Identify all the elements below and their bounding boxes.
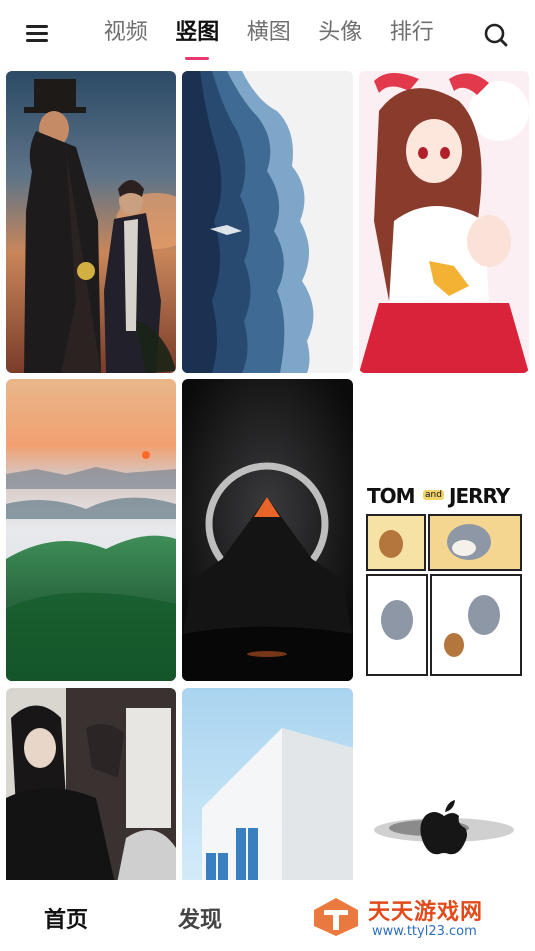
comic-title-and: and — [423, 490, 444, 500]
wallpaper-image — [182, 688, 353, 888]
comic-title-jerry: JERRY — [449, 484, 510, 508]
wallpaper-image — [359, 770, 529, 890]
wallpaper-card-dark-mountain[interactable] — [182, 379, 353, 681]
tab-portrait[interactable]: 竖图 — [162, 16, 234, 60]
tab-avatar[interactable]: 头像 — [305, 16, 377, 60]
wallpaper-card-fantasy[interactable] — [6, 71, 176, 373]
wallpaper-card-mountains[interactable] — [6, 379, 176, 681]
watermark-url: www.ttyl23.com — [372, 924, 477, 939]
watermark-title: 天天游戏网 — [368, 900, 484, 925]
category-tabs: 视频 竖图 横图 头像 排行 — [90, 16, 448, 60]
wallpaper-image — [182, 71, 353, 373]
search-icon[interactable] — [483, 22, 509, 48]
wallpaper-card-anime-man[interactable] — [6, 688, 176, 888]
top-bar: 视频 竖图 横图 头像 排行 — [0, 0, 535, 66]
nav-home[interactable]: 首页 — [44, 902, 88, 934]
hamburger-menu-icon[interactable] — [24, 22, 52, 46]
tab-video[interactable]: 视频 — [90, 16, 162, 60]
nav-discover[interactable]: 发现 — [178, 902, 222, 934]
site-watermark: 天天游戏网 www.ttyl23.com — [312, 880, 527, 951]
wallpaper-card-white-building[interactable] — [182, 688, 353, 888]
wallpaper-image — [359, 71, 529, 373]
wallpaper-image — [6, 71, 176, 373]
watermark-logo-icon — [314, 898, 358, 936]
wallpaper-image — [182, 379, 353, 681]
wallpaper-card-anime-girl[interactable] — [359, 71, 529, 373]
bottom-nav: 首页 发现 天天游戏网 www.ttyl23.com — [0, 880, 535, 951]
wallpaper-image — [6, 379, 176, 681]
comic-title-tom: TOM — [367, 484, 416, 508]
wallpaper-card-apple-logo[interactable] — [359, 770, 529, 890]
wallpaper-card-blue-waves[interactable] — [182, 71, 353, 373]
tab-landscape[interactable]: 横图 — [233, 16, 305, 60]
wallpaper-image — [6, 688, 176, 888]
tab-ranking[interactable]: 排行 — [376, 16, 448, 60]
wallpaper-grid: TOM and JERRY — [0, 0, 535, 951]
wallpaper-card-tom-jerry[interactable]: TOM and JERRY — [359, 470, 529, 690]
